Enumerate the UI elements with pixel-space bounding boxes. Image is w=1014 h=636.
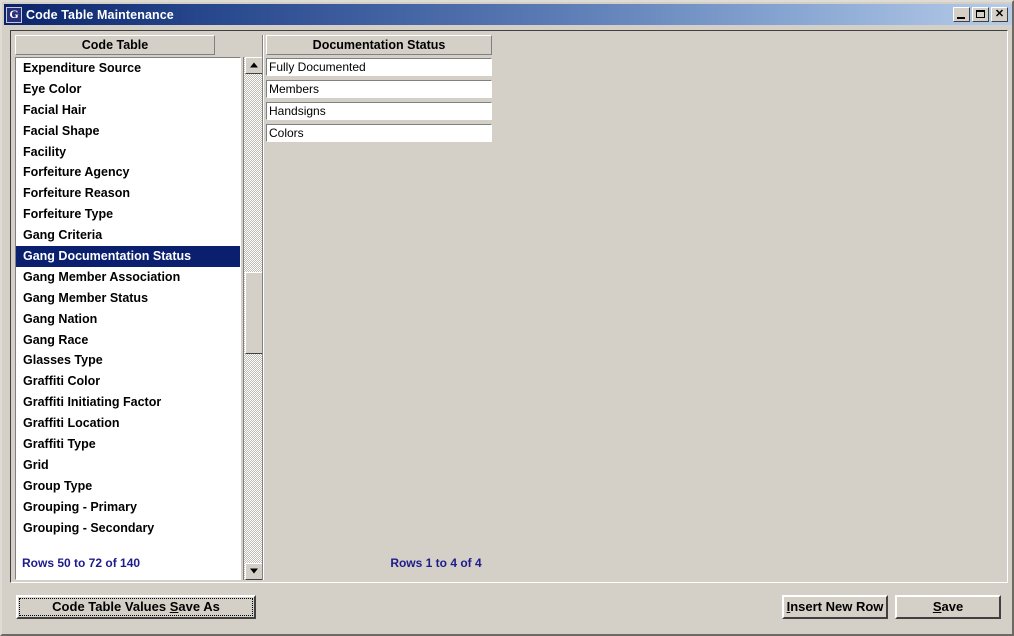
- code-table-list-item[interactable]: Gang Member Association: [16, 267, 240, 288]
- code-table-list-item[interactable]: Forfeiture Type: [16, 204, 240, 225]
- app-icon-g: G: [6, 6, 22, 23]
- documentation-status-input[interactable]: Members: [266, 80, 492, 98]
- documentation-status-header[interactable]: Documentation Status: [266, 35, 492, 55]
- code-table-list-item[interactable]: Forfeiture Reason: [16, 183, 240, 204]
- code-table-scrollbar[interactable]: [243, 57, 263, 580]
- code-table-list-item[interactable]: Eye Color: [16, 79, 240, 100]
- code-table-list-item[interactable]: Gang Nation: [16, 309, 240, 330]
- code-table-list-item[interactable]: Facility: [16, 142, 240, 163]
- code-table-list-item[interactable]: Gang Member Status: [16, 288, 240, 309]
- code-table-list-item[interactable]: Graffiti Color: [16, 371, 240, 392]
- documentation-status-row: Colors: [266, 123, 492, 145]
- code-table-list-item[interactable]: Glasses Type: [16, 350, 240, 371]
- scroll-down-icon: [250, 568, 258, 573]
- code-table-list-item[interactable]: Grouping - Secondary: [16, 518, 240, 539]
- documentation-status-input[interactable]: Handsigns: [266, 102, 492, 120]
- scrollbar-thumb[interactable]: [245, 272, 263, 354]
- code-table-list-item[interactable]: Grid: [16, 455, 240, 476]
- scroll-up-button[interactable]: [245, 57, 263, 74]
- code-table-list-item[interactable]: Gang Race: [16, 330, 240, 351]
- bottom-button-bar: Code Table Values Save As Insert New Row…: [2, 587, 1014, 634]
- code-table-header[interactable]: Code Table: [15, 35, 215, 55]
- documentation-status-row: Members: [266, 79, 492, 101]
- code-table-panel: Code Table Expenditure Source Eye Color Fa…: [15, 35, 263, 580]
- code-table-list-item[interactable]: Graffiti Type: [16, 434, 240, 455]
- documentation-status-panel: Documentation Status Fully Documented Mem…: [266, 35, 1001, 580]
- code-table-list-item[interactable]: Graffiti Initiating Factor: [16, 392, 240, 413]
- application-window: G Code Table Maintenance ✕ Code Table Ex…: [0, 0, 1014, 636]
- code-table-list-item[interactable]: Gang Criteria: [16, 225, 240, 246]
- code-table-list-item[interactable]: Expenditure Source: [16, 58, 240, 79]
- documentation-status-row: Handsigns: [266, 101, 492, 123]
- caption-button-group: ✕: [953, 7, 1008, 22]
- insert-new-row-button[interactable]: Insert New Row: [782, 595, 888, 619]
- code-table-list-item[interactable]: Grouping - Primary: [16, 497, 240, 518]
- close-button[interactable]: ✕: [991, 7, 1008, 22]
- documentation-status-input[interactable]: Colors: [266, 124, 492, 142]
- code-table-list-item[interactable]: Forfeiture Agency: [16, 162, 240, 183]
- code-table-values-save-as-button[interactable]: Code Table Values Save As: [16, 595, 256, 619]
- documentation-status-row: Fully Documented: [266, 57, 492, 79]
- save-button-label: Save: [932, 599, 964, 614]
- panel-divider: [262, 35, 264, 580]
- documentation-status-rows: Fully Documented Members Handsigns Colors: [266, 57, 492, 145]
- minimize-button[interactable]: [953, 7, 970, 22]
- scroll-up-icon: [250, 62, 258, 67]
- window-title: Code Table Maintenance: [26, 7, 174, 22]
- title-bar[interactable]: G Code Table Maintenance ✕: [4, 4, 1012, 25]
- maximize-button[interactable]: [972, 7, 989, 22]
- code-table-list[interactable]: Expenditure Source Eye Color Facial Hair Fa…: [15, 57, 241, 580]
- documentation-status-row-status: Rows 1 to 4 of 4: [390, 556, 482, 570]
- code-table-list-item[interactable]: Group Type: [16, 476, 240, 497]
- client-area: Code Table Expenditure Source Eye Color Fa…: [10, 30, 1008, 583]
- code-table-row-status: Rows 50 to 72 of 140: [22, 556, 141, 570]
- code-table-list-item[interactable]: Facial Hair: [16, 100, 240, 121]
- save-as-button-label: Code Table Values Save As: [52, 599, 220, 614]
- documentation-status-input[interactable]: Fully Documented: [266, 58, 492, 76]
- code-table-list-item[interactable]: Facial Shape: [16, 121, 240, 142]
- code-table-list-item[interactable]: Graffiti Location: [16, 413, 240, 434]
- scroll-down-button[interactable]: [245, 563, 263, 580]
- save-button[interactable]: Save: [895, 595, 1001, 619]
- insert-new-row-button-label: Insert New Row: [786, 599, 884, 614]
- code-table-list-item[interactable]: Gang Documentation Status: [16, 246, 240, 267]
